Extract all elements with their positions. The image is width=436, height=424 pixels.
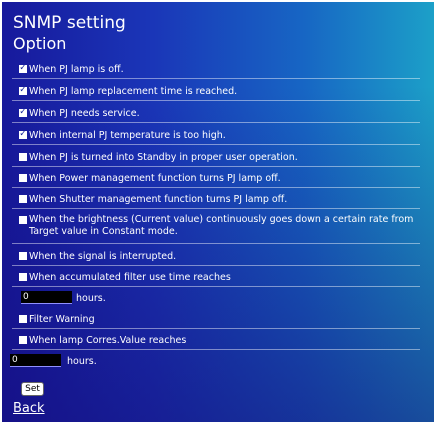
option-row-filter-time[interactable]: When accumulated filter use time reaches [12,269,420,287]
checkbox-filter-time[interactable] [19,273,27,281]
checkbox-filter-warning[interactable] [19,315,27,323]
checkbox-temperature[interactable]: ✓ [19,129,27,139]
filter-hours-input[interactable] [21,291,72,304]
option-label: Filter Warning [29,314,95,325]
checkbox-lamp-off[interactable]: ✓ [19,63,27,73]
checkbox-power-management[interactable] [19,174,27,182]
option-label: When PJ lamp is off. [29,64,124,75]
checkbox-lamp-corres[interactable] [19,336,27,344]
checkbox-shutter-management[interactable] [19,195,27,203]
check-icon: ✓ [19,63,27,73]
option-row-power-management[interactable]: When Power management function turns PJ … [12,170,420,188]
option-row-filter-warning[interactable]: Filter Warning [12,311,420,329]
snmp-setting-page: SNMP setting Option ✓ When PJ lamp is of… [2,2,434,422]
option-label: When internal PJ temperature is too high… [29,130,226,141]
option-label: When Shutter management function turns P… [29,194,288,205]
option-row-lamp-corres[interactable]: When lamp Corres.Value reaches [12,332,420,350]
check-icon: ✓ [19,85,27,95]
check-icon: ✓ [19,107,27,117]
filter-hours-unit: hours. [76,293,106,304]
checkbox-signal-interrupted[interactable] [19,252,27,260]
option-row-standby[interactable]: When PJ is turned into Standby in proper… [12,149,420,167]
option-label: When Power management function turns PJ … [29,173,281,184]
option-label: When the brightness (Current value) cont… [29,214,414,237]
lamp-hours-input[interactable] [10,354,61,367]
option-row-needs-service[interactable]: ✓ When PJ needs service. [12,105,420,123]
option-label: When the signal is interrupted. [29,251,177,262]
page-title: SNMP setting [13,13,126,33]
option-row-temperature[interactable]: ✓ When internal PJ temperature is too hi… [12,127,420,145]
lamp-hours-unit: hours. [67,356,97,367]
back-link[interactable]: Back [13,401,45,416]
set-button[interactable]: Set [21,382,44,396]
option-row-lamp-off[interactable]: ✓ When PJ lamp is off. [12,61,420,79]
checkbox-needs-service[interactable]: ✓ [19,107,27,117]
section-title: Option [13,34,67,53]
checkbox-brightness[interactable] [19,216,27,224]
option-row-lamp-replacement[interactable]: ✓ When PJ lamp replacement time is reach… [12,83,420,101]
option-label: When PJ lamp replacement time is reached… [29,86,238,97]
check-icon: ✓ [19,129,27,139]
option-label: When PJ needs service. [29,108,140,119]
option-label: When accumulated filter use time reaches [29,272,231,283]
checkbox-standby[interactable] [19,153,27,161]
option-label: When PJ is turned into Standby in proper… [29,152,298,163]
option-row-signal-interrupted[interactable]: When the signal is interrupted. [12,248,420,266]
option-label: When lamp Corres.Value reaches [29,335,187,346]
option-row-shutter-management[interactable]: When Shutter management function turns P… [12,191,420,209]
checkbox-lamp-replacement[interactable]: ✓ [19,85,27,95]
option-row-brightness[interactable]: When the brightness (Current value) cont… [12,212,420,244]
